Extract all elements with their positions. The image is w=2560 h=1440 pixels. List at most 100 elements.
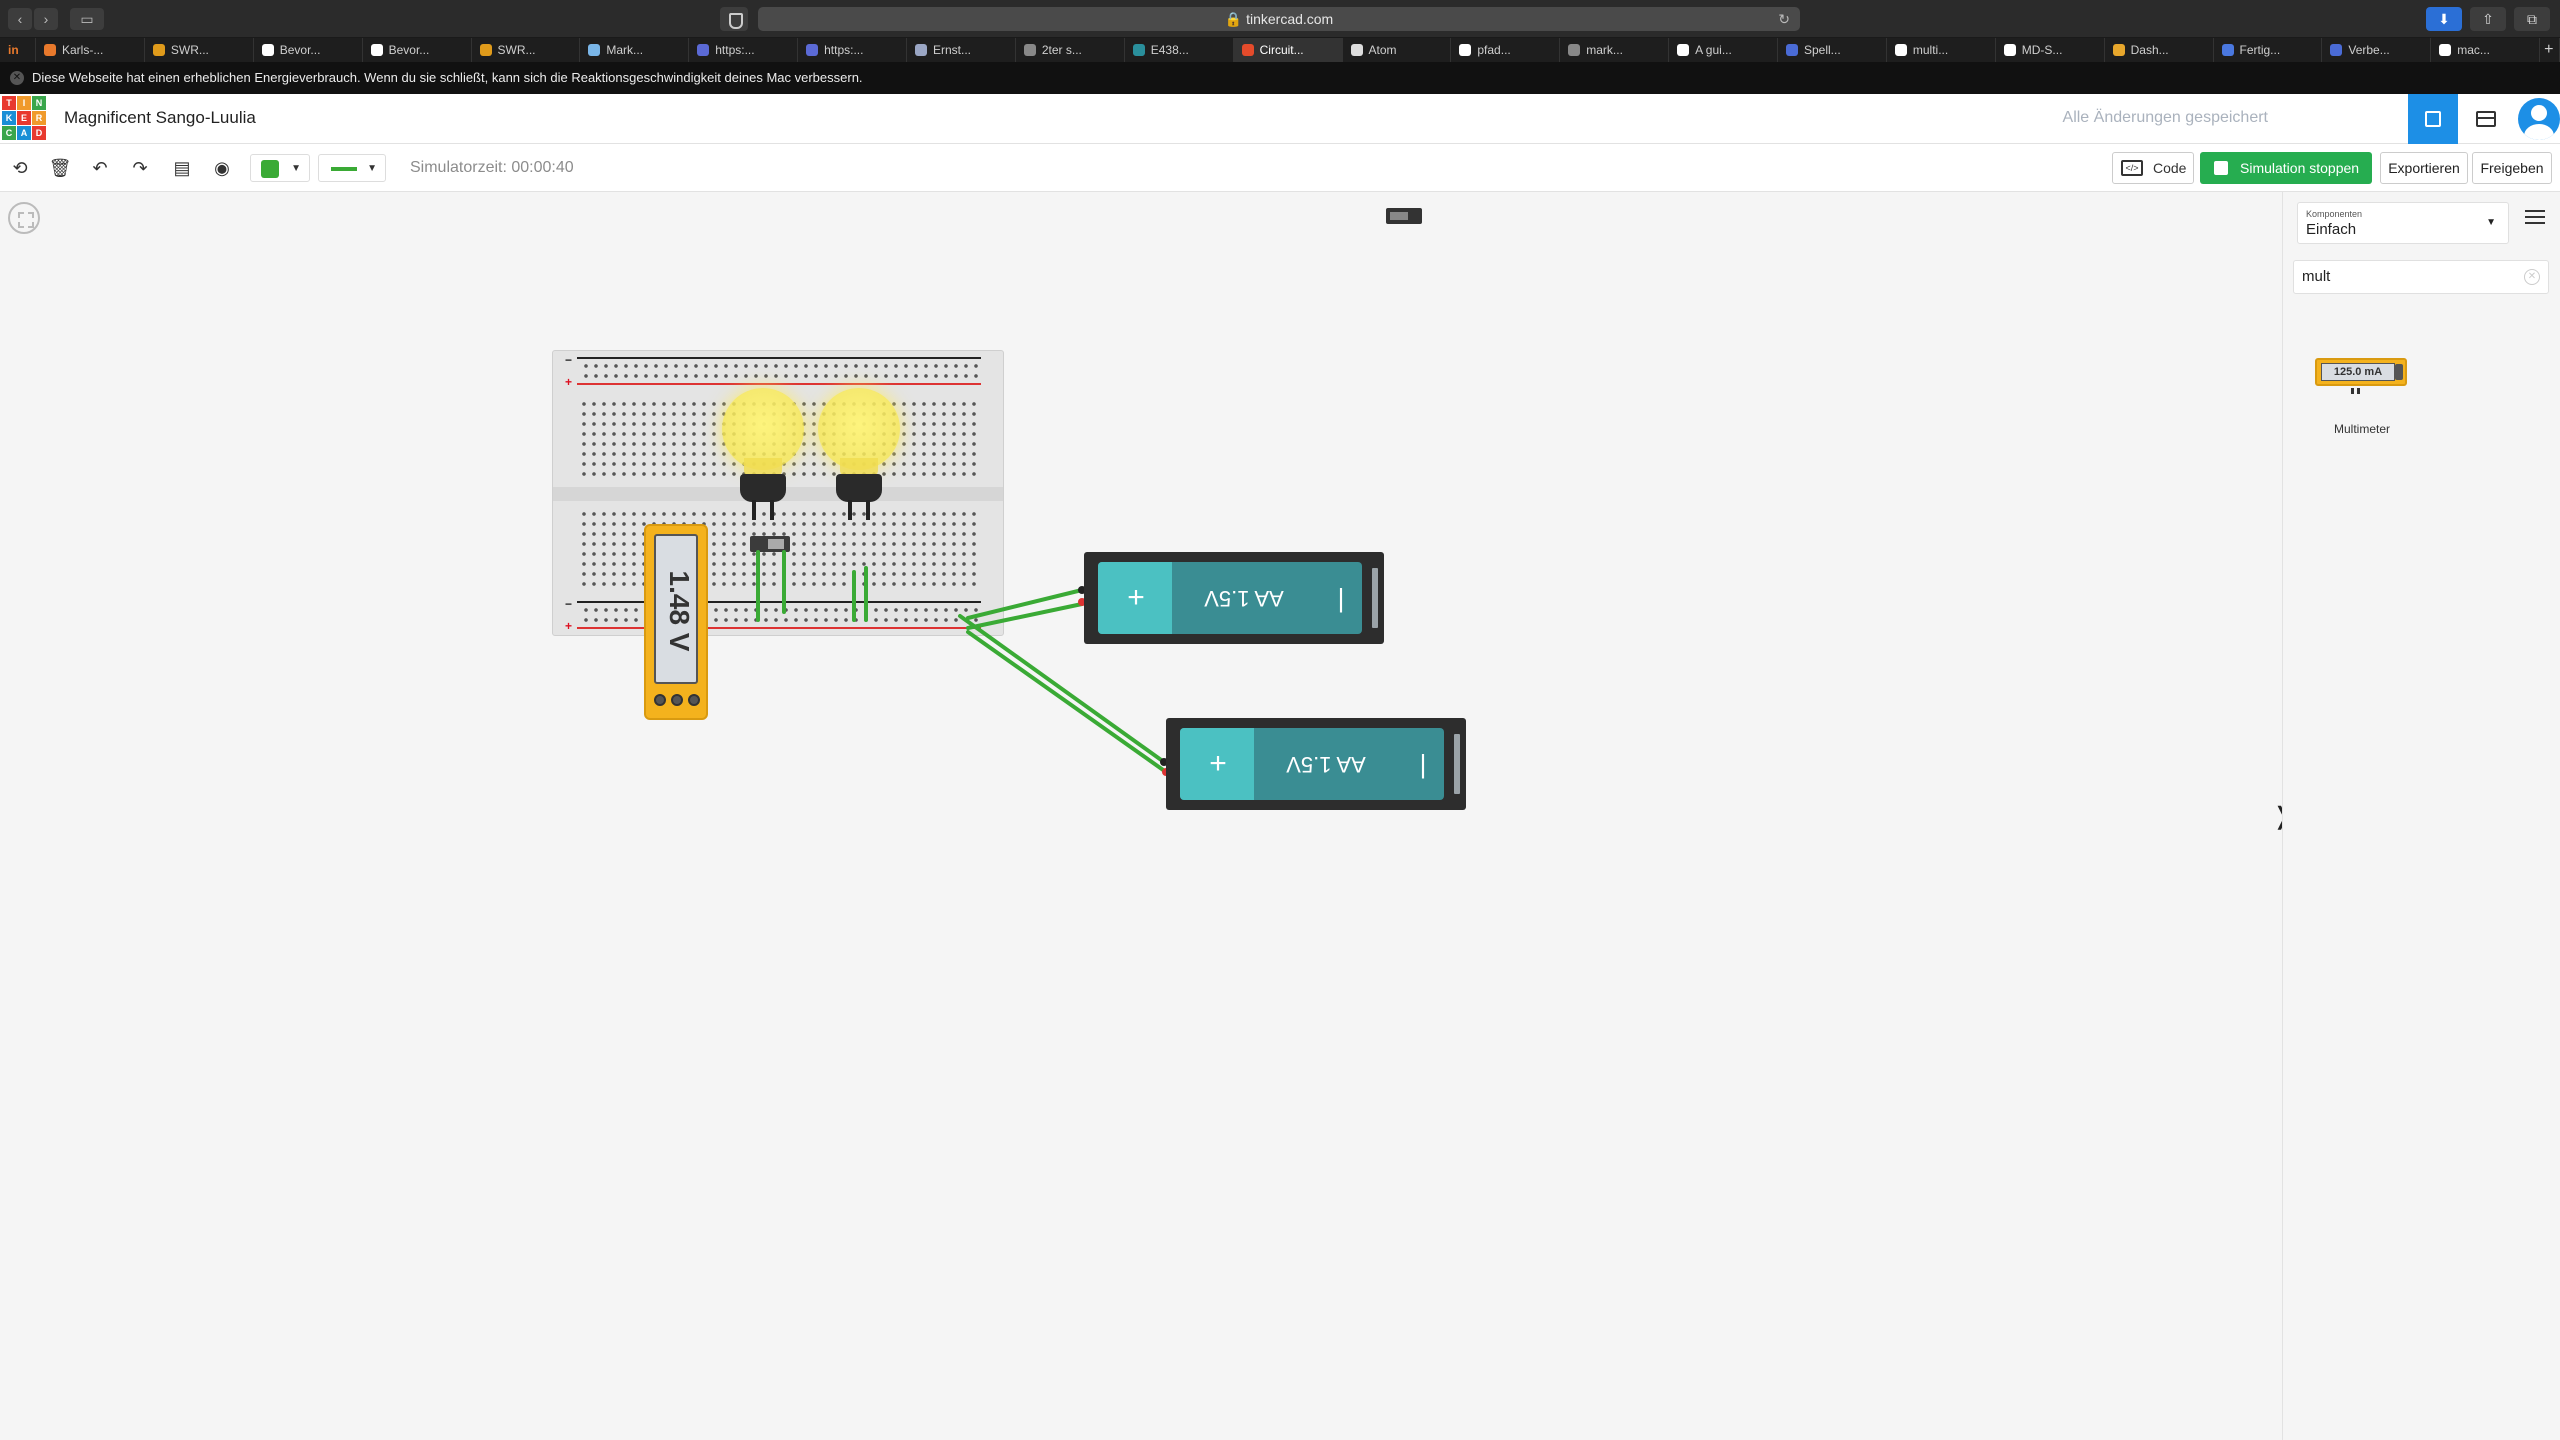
favicon-icon — [1568, 44, 1581, 56]
color-swatch — [261, 160, 279, 178]
tab-overview-icon[interactable]: ⧉ — [2514, 7, 2550, 31]
address-bar[interactable]: 🔒 tinkercad.com ↻ — [758, 7, 1800, 31]
minus-marker: − — [565, 353, 573, 367]
favicon-icon — [806, 44, 819, 56]
browser-tab[interactable]: Bevor... — [254, 38, 363, 62]
browser-tab[interactable]: https:... — [798, 38, 907, 62]
component-name: Multimeter — [2333, 422, 2390, 436]
browser-tab[interactable]: Atom — [1343, 38, 1452, 62]
browser-tab[interactable]: Bevor... — [363, 38, 472, 62]
new-tab-button[interactable]: + — [2540, 38, 2560, 62]
stop-label: Simulation stoppen — [2240, 160, 2360, 176]
browser-tab[interactable]: in — [0, 38, 36, 62]
share-icon[interactable]: ⇧ — [2470, 7, 2506, 31]
light-bulb[interactable] — [818, 388, 900, 528]
terminal-icon — [654, 694, 667, 706]
avatar-icon — [2518, 98, 2560, 140]
browser-tab[interactable]: SWR... — [145, 38, 254, 62]
multimeter-display: 1.48 V — [654, 534, 698, 684]
clear-search-icon[interactable]: ✕ — [2524, 269, 2540, 285]
browser-tab[interactable]: MD-S... — [1996, 38, 2105, 62]
new-tab-label: + — [2544, 41, 2554, 58]
multimeter-reading: 1.48 V — [664, 570, 695, 652]
browser-tab[interactable]: multi... — [1887, 38, 1996, 62]
browser-tab[interactable]: https:... — [689, 38, 799, 62]
component-search-input[interactable]: mult ✕ — [2293, 260, 2549, 294]
components-dropdown[interactable]: Komponenten Einfach ▼ — [2297, 202, 2509, 244]
redo-icon[interactable]: ↷ — [128, 156, 152, 180]
delete-icon[interactable]: 🗑 — [48, 156, 72, 180]
tab-label: Atom — [1368, 43, 1397, 57]
privacy-shield-icon[interactable] — [720, 7, 748, 31]
component-list-button[interactable] — [2460, 94, 2510, 144]
logo-letter: I — [17, 96, 31, 110]
simulation-time: Simulatorzeit: 00:00:40 — [410, 159, 574, 176]
slide-switch-component[interactable] — [1386, 208, 1422, 224]
minus-marker: − — [565, 597, 573, 611]
circuit-view-button[interactable] — [2408, 94, 2458, 144]
table-icon — [2476, 111, 2496, 127]
browser-tab[interactable]: pfad... — [1451, 38, 1561, 62]
battery-holder[interactable]: + AA 1.5V | — [1084, 552, 1384, 644]
download-icon[interactable]: ⬇ — [2426, 7, 2462, 31]
rail-holes — [581, 605, 981, 625]
component-item-multimeter[interactable]: 125.0 mA Multimeter — [2307, 358, 2417, 448]
favicon-icon — [1677, 44, 1690, 56]
project-title[interactable]: Magnificent Sango-Luulia — [64, 108, 256, 128]
editor-toolbar: ⟲ 🗑 ↶ ↷ ▤ ◉ ▼ ▼ Simulatorzeit: 00:00:40 … — [0, 144, 2560, 192]
browser-tab[interactable]: E438... — [1125, 38, 1234, 62]
browser-tab[interactable]: Dash... — [2105, 38, 2214, 62]
back-button[interactable]: ‹ — [8, 8, 32, 30]
fit-view-icon[interactable] — [8, 202, 40, 234]
light-bulb[interactable] — [722, 388, 804, 528]
browser-tab[interactable]: SWR... — [472, 38, 581, 62]
export-button[interactable]: Exportieren — [2380, 152, 2468, 184]
user-avatar[interactable] — [2512, 94, 2560, 144]
browser-tab[interactable]: Verbe... — [2322, 38, 2432, 62]
browser-tab[interactable]: Ernst... — [907, 38, 1016, 62]
stop-simulation-button[interactable]: Simulation stoppen — [2200, 152, 2372, 184]
battery-holder[interactable]: + AA 1.5V | — [1166, 718, 1466, 810]
multimeter-terminals — [652, 694, 702, 708]
tinkercad-logo[interactable]: T I N K E R C A D — [2, 96, 46, 140]
tab-label: multi... — [1912, 43, 1949, 57]
favicon-icon — [1894, 44, 1907, 56]
close-notice-icon[interactable]: ✕ — [10, 71, 24, 85]
breadboard-switch[interactable] — [750, 536, 790, 552]
browser-tab[interactable]: 2ter s... — [1016, 38, 1125, 62]
browser-tab[interactable]: Karls-... — [36, 38, 145, 62]
browser-tab[interactable]: mark... — [1560, 38, 1670, 62]
browser-tab-active[interactable]: Circuit... — [1233, 38, 1343, 62]
power-rail-bottom: − + — [563, 597, 995, 633]
browser-tab[interactable]: Fertig... — [2214, 38, 2323, 62]
wire-color-select[interactable]: ▼ — [250, 154, 310, 182]
browser-tab[interactable]: A gui... — [1669, 38, 1778, 62]
forward-button[interactable]: › — [34, 8, 58, 30]
browser-toolbar: ‹ › ▭ 🔒 tinkercad.com ↻ ⬇ ⇧ ⧉ — [0, 0, 2560, 38]
multimeter[interactable]: 1.48 V — [644, 524, 708, 720]
browser-tab[interactable]: Mark... — [580, 38, 690, 62]
share-button[interactable]: Freigeben — [2472, 152, 2552, 184]
circuit-canvas[interactable]: − + − + 1.48 V + AA 1.5V | + AA 1.5V | — [0, 192, 2292, 1440]
probe-leads-icon — [2351, 388, 2361, 396]
undo-icon[interactable]: ↶ — [88, 156, 112, 180]
tab-label: https:... — [824, 43, 864, 57]
wire-type-select[interactable]: ▼ — [318, 154, 386, 182]
list-view-icon[interactable] — [2525, 210, 2545, 226]
browser-tab[interactable]: Spell... — [1778, 38, 1887, 62]
tab-label: Circuit... — [1259, 43, 1304, 57]
tab-label: Bevor... — [279, 43, 321, 57]
eye-icon[interactable]: ◉ — [210, 156, 234, 180]
bulb-base — [740, 474, 786, 502]
rotate-icon[interactable]: ⟲ — [8, 156, 32, 180]
code-button[interactable]: </> Code — [2112, 152, 2194, 184]
reload-icon[interactable]: ↻ — [1778, 7, 1790, 31]
favicon-icon — [1786, 44, 1798, 56]
browser-tab[interactable]: mac... — [2431, 38, 2541, 62]
bulb-leg — [770, 500, 774, 520]
notes-icon[interactable]: ▤ — [170, 156, 194, 180]
chevron-down-icon: ▼ — [2486, 217, 2496, 228]
sidebar-toggle-icon[interactable]: ▭ — [70, 8, 104, 30]
tab-label: Dash... — [2130, 43, 2169, 57]
battery-terminal — [1454, 734, 1460, 794]
